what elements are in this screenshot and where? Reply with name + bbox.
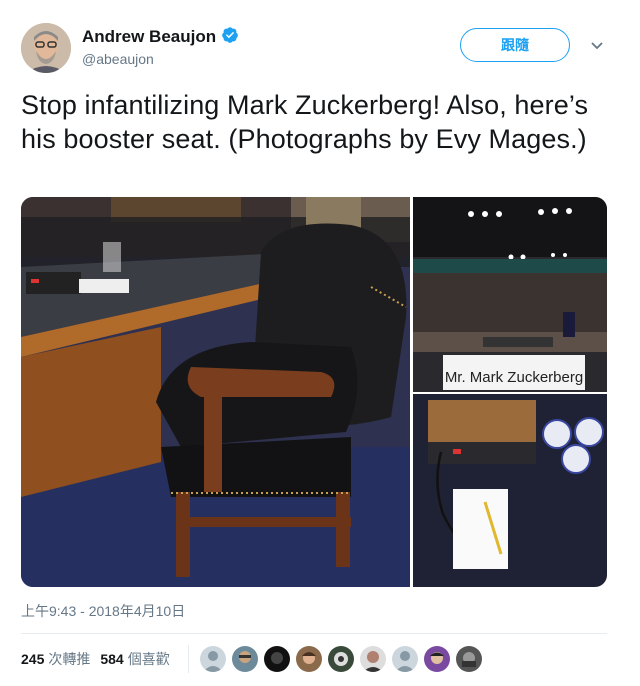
- liker-avatar[interactable]: [295, 645, 323, 673]
- author-handle[interactable]: @abeaujon: [82, 51, 154, 67]
- liker-avatar[interactable]: [423, 645, 451, 673]
- author-name-text: Andrew Beaujon: [82, 27, 217, 46]
- liker-avatar[interactable]: [391, 645, 419, 673]
- retweets-stat[interactable]: 245 次轉推: [21, 649, 90, 669]
- tweet: Andrew Beaujon @abeaujon 跟隨 Stop infanti…: [0, 0, 640, 686]
- liker-avatars: [199, 645, 487, 673]
- liker-avatar[interactable]: [199, 645, 227, 673]
- author-avatar[interactable]: [21, 23, 71, 73]
- liker-avatar[interactable]: [263, 645, 291, 673]
- follow-button[interactable]: 跟隨: [460, 28, 570, 62]
- tweet-timestamp[interactable]: 上午9:43 - 2018年4月10日: [21, 601, 185, 621]
- verified-badge-icon: [221, 26, 239, 49]
- chair-photo[interactable]: [21, 197, 410, 587]
- chevron-down-icon[interactable]: [589, 37, 605, 53]
- media-grid: Mr. Mark Zuckerberg: [21, 197, 607, 587]
- retweets-count: 245: [21, 651, 45, 667]
- likes-stat[interactable]: 584 個喜歡: [100, 649, 169, 669]
- tweet-text: Stop infantilizing Mark Zuckerberg! Also…: [21, 90, 589, 154]
- hearing-room-photo[interactable]: Mr. Mark Zuckerberg: [413, 197, 607, 392]
- author-name[interactable]: Andrew Beaujon: [82, 26, 239, 49]
- likes-label: 個喜歡: [127, 651, 170, 667]
- divider: [21, 633, 607, 634]
- user-avatar-icon: [21, 23, 71, 73]
- tweet-stats: 245 次轉推 584 個喜歡: [21, 646, 180, 672]
- liker-avatar[interactable]: [327, 645, 355, 673]
- retweets-label: 次轉推: [48, 651, 91, 667]
- likes-count: 584: [100, 651, 124, 667]
- liker-avatar[interactable]: [359, 645, 387, 673]
- desk-items-photo[interactable]: [413, 394, 607, 587]
- liker-avatar[interactable]: [231, 645, 259, 673]
- stats-separator: [188, 645, 189, 673]
- nameplate-text: Mr. Mark Zuckerberg: [445, 369, 583, 386]
- liker-avatar[interactable]: [455, 645, 483, 673]
